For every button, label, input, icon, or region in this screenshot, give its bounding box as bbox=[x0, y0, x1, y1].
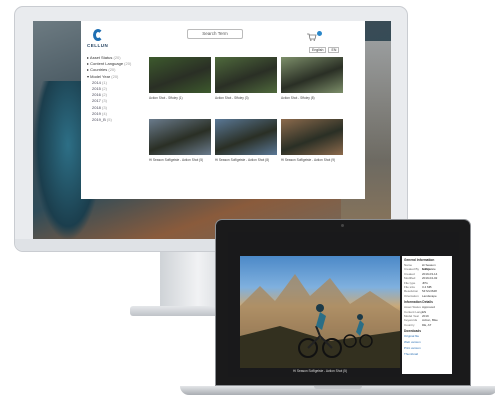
facet-label: ▸ Asset Status bbox=[87, 55, 113, 60]
facet-count: (3) bbox=[102, 104, 107, 110]
info-row: Country DE, AT bbox=[404, 323, 450, 327]
asset-info-panel: × General Information Name Hi Season Sofl… bbox=[402, 256, 452, 374]
macbook-notch bbox=[314, 386, 362, 389]
facet-label: ▸ Content Language bbox=[87, 61, 124, 67]
asset-caption: Action Shot - Sffoley (3) bbox=[215, 96, 249, 100]
rider-illustration bbox=[240, 274, 400, 368]
facet-count: (20) bbox=[124, 61, 132, 67]
facet-subitem[interactable]: 2019_B (5) bbox=[87, 117, 147, 123]
macbook-lid: Hi Season Sofligeiste - Action Shot (5) … bbox=[215, 219, 471, 386]
basket-icon[interactable] bbox=[307, 33, 317, 41]
facet-label: 2019_B bbox=[92, 116, 106, 122]
asset-thumbnail[interactable]: Action Shot - Sffoley (8) bbox=[281, 57, 343, 100]
panel-section-title: Downloads bbox=[404, 329, 422, 334]
language-option[interactable]: EN bbox=[328, 47, 340, 53]
facet-count: (4) bbox=[102, 110, 107, 116]
download-link[interactable]: Original file bbox=[404, 334, 450, 339]
asset-image[interactable] bbox=[215, 57, 277, 93]
asset-caption: Action Shot - Sffoley (8) bbox=[281, 96, 315, 100]
basket-count-badge bbox=[317, 31, 322, 36]
asset-image[interactable] bbox=[215, 119, 277, 155]
asset-thumbnail[interactable]: Action Shot - Sffoley (3) bbox=[215, 57, 277, 100]
imac-screen: CELLUN Search Term English EN ▸ Asset Sta… bbox=[33, 21, 391, 239]
search-input[interactable]: Search Term bbox=[187, 29, 243, 39]
download-link[interactable]: Web version bbox=[404, 340, 450, 345]
facet-filter-list: ▸ Asset Status (20) ▸ Content Language (… bbox=[87, 55, 147, 123]
asset-caption: Hi Season Sofligeiste - Action Shot (8) bbox=[215, 158, 270, 162]
facet-label: 2016 bbox=[92, 92, 101, 98]
asset-image[interactable] bbox=[149, 119, 211, 155]
facet-count: (5) bbox=[106, 116, 112, 122]
language-selector[interactable]: English EN bbox=[309, 47, 341, 53]
download-link[interactable]: Thumbnail bbox=[404, 352, 450, 357]
info-row: Orientation Landscape bbox=[404, 294, 450, 298]
asset-thumbnail[interactable]: Hi Season Sofligeiste - Action Shot (5) bbox=[149, 119, 211, 162]
facet-label: ▾ Model Year bbox=[87, 73, 111, 79]
asset-caption: Hi Season Sofligeiste - Action Shot (5) bbox=[149, 158, 204, 162]
asset-thumbnail[interactable]: Action Shot - Sffoley (1) bbox=[149, 57, 211, 100]
facet-label: 2014 bbox=[92, 79, 101, 85]
facet-label: 2017 bbox=[92, 98, 101, 104]
lightbox-photo[interactable] bbox=[240, 256, 400, 368]
facet-count: (20) bbox=[108, 67, 116, 73]
language-option[interactable]: English bbox=[309, 47, 327, 53]
asset-caption: Hi Season Sofligeiste - Action Shot (9) bbox=[281, 158, 336, 162]
web-page-panel: CELLUN Search Term English EN ▸ Asset Sta… bbox=[81, 21, 365, 199]
asset-image[interactable] bbox=[281, 119, 343, 155]
facet-label: 2015 bbox=[92, 85, 101, 91]
facet-count: (2) bbox=[102, 85, 107, 91]
brand-name: CELLUN bbox=[87, 43, 109, 48]
close-icon[interactable]: × bbox=[442, 258, 448, 264]
camera-icon bbox=[341, 224, 344, 227]
macbook-screen: Hi Season Sofligeiste - Action Shot (5) … bbox=[228, 232, 459, 377]
facet-label: ▸ Countries bbox=[87, 67, 108, 73]
lightbox-caption: Hi Season Sofligeiste - Action Shot (5) bbox=[292, 369, 348, 373]
download-link[interactable]: Print version bbox=[404, 346, 450, 351]
facet-label: 2019 bbox=[92, 110, 101, 116]
facet-count: (3) bbox=[102, 98, 107, 104]
info-value: DE, AT bbox=[422, 322, 432, 327]
panel-section-title: Information Details bbox=[404, 300, 433, 305]
facet-count: (20) bbox=[111, 73, 119, 79]
brand-logo-icon[interactable] bbox=[93, 29, 103, 41]
asset-image[interactable] bbox=[281, 57, 343, 93]
facet-count: (2) bbox=[102, 92, 107, 98]
asset-thumbnail[interactable]: Hi Season Sofligeiste - Action Shot (8) bbox=[215, 119, 277, 162]
info-key: Orientation bbox=[404, 293, 419, 298]
info-value: Landscape bbox=[422, 293, 437, 298]
asset-thumbnail[interactable]: Hi Season Sofligeiste - Action Shot (9) bbox=[281, 119, 343, 162]
info-key: Country bbox=[404, 322, 415, 327]
facet-count: (1) bbox=[102, 79, 107, 85]
facet-label: 2018 bbox=[92, 104, 101, 110]
asset-image[interactable] bbox=[149, 57, 211, 93]
facet-count: (20) bbox=[113, 55, 121, 60]
imac-frame: CELLUN Search Term English EN ▸ Asset Sta… bbox=[14, 6, 408, 252]
asset-caption: Action Shot - Sffoley (1) bbox=[149, 96, 183, 100]
